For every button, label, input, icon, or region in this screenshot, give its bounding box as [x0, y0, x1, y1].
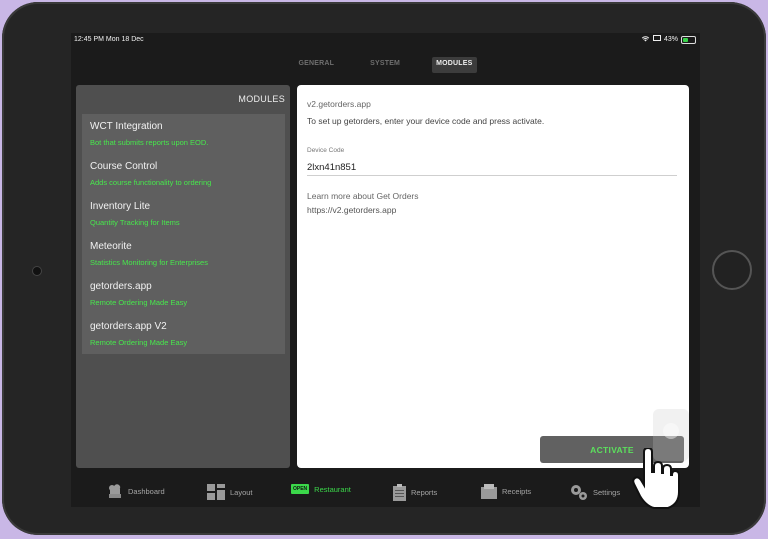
- bottom-tab-bar: Dashboard Layout OPEN Restaurant Reports: [71, 478, 700, 507]
- learn-more-link[interactable]: https://v2.getorders.app: [307, 205, 396, 215]
- battery-icon: [681, 35, 696, 44]
- tab-label: Settings: [593, 488, 621, 497]
- module-detail-panel: v2.getorders.app To set up getorders, en…: [297, 85, 689, 468]
- tab-receipts[interactable]: Receipts: [481, 484, 531, 499]
- tab-label: Dashboard: [128, 487, 165, 496]
- gears-icon: [570, 484, 588, 501]
- tab-restaurant[interactable]: OPEN Restaurant: [291, 484, 351, 494]
- module-desc: Statistics Monitoring for Enterprises: [90, 258, 208, 267]
- module-name: Meteorite: [90, 241, 132, 252]
- tab-dashboard[interactable]: Dashboard: [107, 484, 165, 499]
- tab-label: Restaurant: [314, 484, 351, 494]
- screen-mirror-icon: [652, 35, 661, 44]
- chef-icon: [107, 484, 123, 499]
- status-bar: 12:45 PM Mon 18 Dec 43%: [71, 33, 700, 47]
- module-desc: Adds course functionality to ordering: [90, 178, 212, 187]
- detail-instructions: To set up getorders, enter your device c…: [307, 116, 545, 126]
- device-code-input[interactable]: [307, 159, 677, 176]
- layout-icon: [207, 484, 225, 500]
- module-item-meteorite[interactable]: Meteorite Statistics Monitoring for Ente…: [82, 234, 285, 274]
- module-name: WCT Integration: [90, 121, 163, 132]
- module-item-getorders-app-v2[interactable]: getorders.app V2 Remote Ordering Made Ea…: [82, 314, 285, 354]
- tab-label: Receipts: [502, 487, 532, 496]
- module-desc: Bot that submits reports upon EOD.: [90, 138, 209, 147]
- module-desc: Quantity Tracking for Items: [90, 218, 180, 227]
- top-tab-bar: GENERAL SYSTEM MODULES: [71, 57, 700, 73]
- touch-dot: [663, 423, 679, 439]
- module-name: getorders.app: [90, 281, 152, 292]
- module-item-inventory-lite[interactable]: Inventory Lite Quantity Tracking for Ite…: [82, 194, 285, 234]
- tab-label: Reports: [411, 488, 438, 497]
- tab-label: Layout: [230, 487, 253, 497]
- tab-reports[interactable]: Reports: [393, 484, 437, 501]
- tab-general[interactable]: GENERAL: [294, 57, 338, 73]
- module-desc: Remote Ordering Made Easy: [90, 298, 188, 307]
- wifi-icon: [641, 35, 650, 44]
- module-desc: Remote Ordering Made Easy: [90, 338, 188, 347]
- detail-title: v2.getorders.app: [307, 99, 371, 109]
- hand-pointer-icon: [632, 446, 680, 510]
- learn-more-text: Learn more about Get Orders: [307, 191, 419, 201]
- module-item-wct-integration[interactable]: WCT Integration Bot that submits reports…: [82, 114, 285, 154]
- open-sign-icon: OPEN: [291, 484, 310, 494]
- modules-panel: MODULES WCT Integration Bot that submits…: [76, 85, 290, 468]
- module-name: Course Control: [90, 161, 158, 172]
- screen: 12:45 PM Mon 18 Dec 43% GENERAL SYSTEM M…: [71, 33, 700, 507]
- tab-system[interactable]: SYSTEM: [366, 57, 404, 73]
- module-list: WCT Integration Bot that submits reports…: [82, 114, 285, 354]
- clipboard-icon: [393, 484, 406, 501]
- tab-settings[interactable]: Settings: [570, 484, 620, 501]
- receipt-icon: [481, 484, 497, 499]
- status-time: 12:45 PM Mon 18 Dec: [74, 36, 144, 43]
- modules-header: MODULES: [238, 94, 285, 104]
- device-code-label: Device Code: [307, 147, 345, 154]
- status-right: 43%: [641, 35, 696, 44]
- tab-modules[interactable]: MODULES: [432, 57, 477, 73]
- battery-percent: 43%: [663, 36, 678, 43]
- camera-dot: [33, 267, 41, 275]
- battery-fill: [683, 37, 688, 42]
- module-item-course-control[interactable]: Course Control Adds course functionality…: [82, 154, 285, 194]
- module-name: Inventory Lite: [90, 201, 151, 212]
- home-button[interactable]: [712, 250, 752, 290]
- module-name: getorders.app V2: [90, 321, 167, 332]
- tab-layout[interactable]: Layout: [207, 484, 253, 500]
- module-item-getorders-app[interactable]: getorders.app Remote Ordering Made Easy: [82, 274, 285, 314]
